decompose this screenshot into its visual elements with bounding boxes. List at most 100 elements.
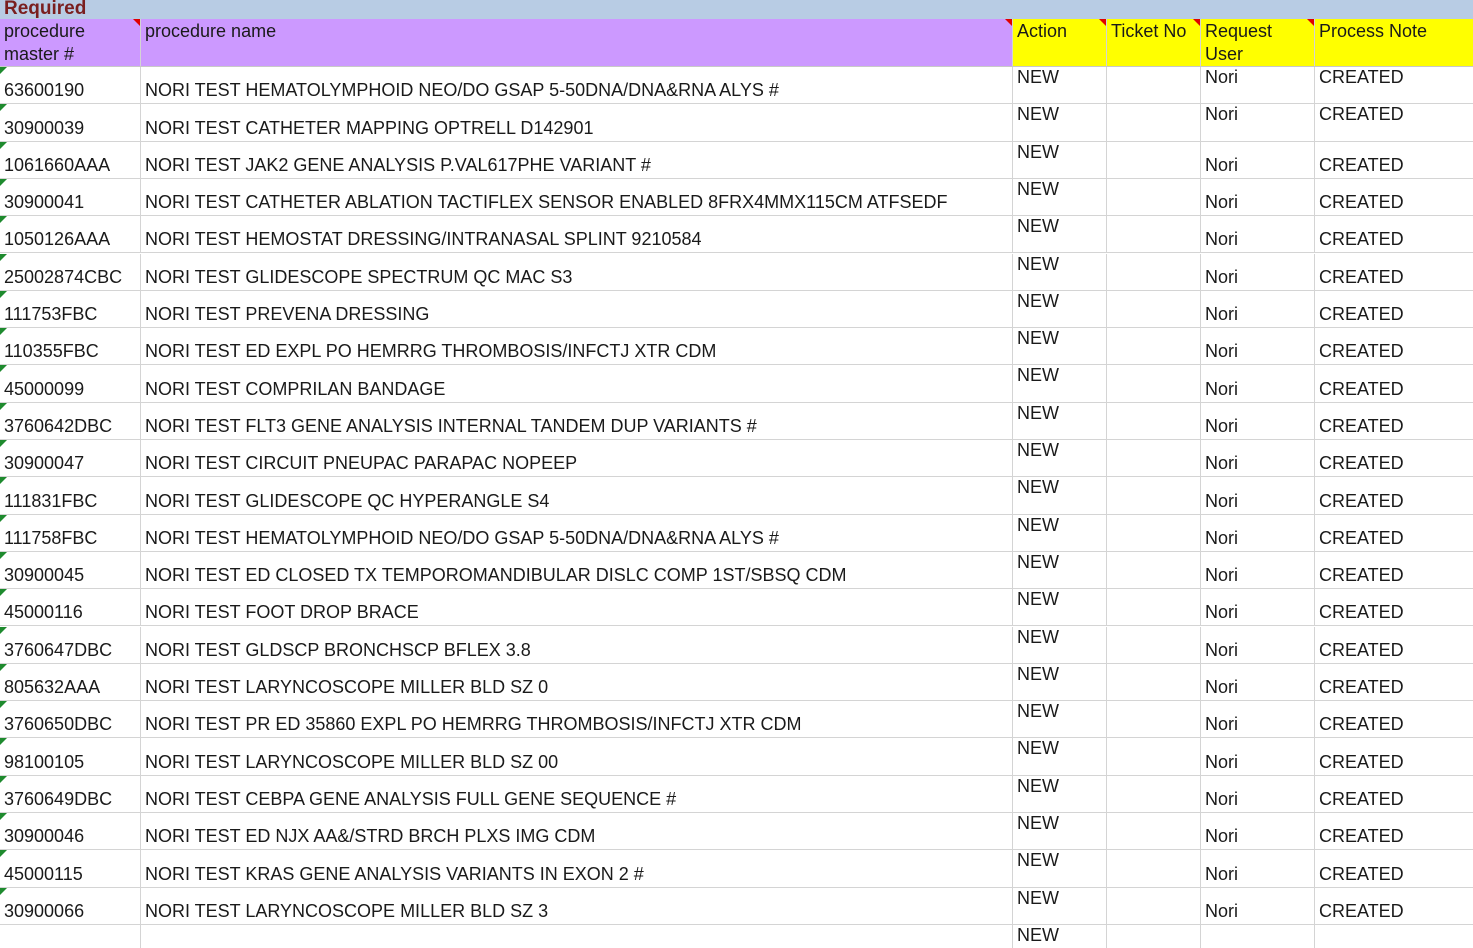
cell-procedure-name[interactable]: NORI TEST HEMOSTAT DRESSING/INTRANASAL S… <box>141 216 1013 253</box>
cell-request-user[interactable]: Nori <box>1201 290 1315 328</box>
cell-action[interactable]: NEW <box>1013 924 1107 948</box>
cell-process-note[interactable]: CREATED <box>1315 216 1473 252</box>
cell-process-note[interactable]: CREATED <box>1315 627 1473 663</box>
cell-procedure-name[interactable]: NORI TEST LARYNCOSCOPE MILLER BLD SZ 3 <box>141 887 1013 924</box>
cell-procedure-master[interactable]: 110355FBC <box>0 328 141 365</box>
cell-process-note[interactable]: CREATED <box>1315 142 1473 178</box>
cell-request-user[interactable]: Nori <box>1201 141 1315 178</box>
cell-procedure-name[interactable]: NORI TEST HEMATOLYMPHOID NEO/DO GSAP 5-5… <box>141 67 1013 104</box>
cell-process-note[interactable]: CREATED <box>1315 104 1473 140</box>
cell-process-note[interactable]: CREATED <box>1315 738 1473 774</box>
cell-ticket-no[interactable] <box>1107 924 1201 948</box>
cell-ticket-no[interactable] <box>1107 813 1201 850</box>
cell-ticket-no[interactable] <box>1107 402 1201 439</box>
cell-ticket-no[interactable] <box>1107 738 1201 775</box>
cell-process-note[interactable]: CREATED <box>1315 813 1473 849</box>
cell-procedure-master[interactable]: 30900039 <box>0 104 141 141</box>
cell-request-user[interactable]: Nori <box>1201 813 1315 850</box>
cell-process-note[interactable]: CREATED <box>1315 776 1473 812</box>
cell-ticket-no[interactable] <box>1107 253 1201 290</box>
cell-request-user[interactable]: Nori <box>1201 216 1315 253</box>
cell-request-user[interactable]: Nori <box>1201 775 1315 812</box>
cell-ticket-no[interactable] <box>1107 663 1201 701</box>
cell-action[interactable]: NEW <box>1013 514 1107 551</box>
cell-process-note[interactable]: CREATED <box>1315 552 1473 588</box>
header-ticket-no[interactable]: Ticket No <box>1107 19 1201 67</box>
cell-procedure-master[interactable]: 98100105 <box>0 738 141 775</box>
cell-ticket-no[interactable] <box>1107 850 1201 887</box>
header-procedure-name[interactable]: procedure name <box>141 19 1013 67</box>
cell-action[interactable]: NEW <box>1013 813 1107 850</box>
cell-ticket-no[interactable] <box>1107 887 1201 924</box>
cell-request-user[interactable]: Nori <box>1201 178 1315 216</box>
cell-ticket-no[interactable] <box>1107 104 1201 141</box>
cell-procedure-master[interactable]: 30900046 <box>0 813 141 850</box>
cell-action[interactable]: NEW <box>1013 887 1107 924</box>
cell-request-user[interactable]: Nori <box>1201 626 1315 663</box>
cell-process-note[interactable]: CREATED <box>1315 850 1473 886</box>
cell-procedure-master[interactable]: 45000099 <box>0 365 141 402</box>
cell-procedure-master[interactable]: 3760649DBC <box>0 775 141 812</box>
cell-procedure-name[interactable]: NORI TEST GLDSCP BRONCHSCP BFLEX 3.8 <box>141 626 1013 663</box>
cell-action[interactable]: NEW <box>1013 850 1107 887</box>
cell-request-user[interactable]: Nori <box>1201 365 1315 402</box>
cell-procedure-master[interactable]: 30900041 <box>0 178 141 216</box>
cell-action[interactable]: NEW <box>1013 738 1107 775</box>
cell-procedure-name[interactable]: NORI TEST COMPRILAN BANDAGE <box>141 365 1013 402</box>
cell-procedure-master[interactable]: 3760647DBC <box>0 626 141 663</box>
cell-procedure-master[interactable]: 805632AAA <box>0 663 141 701</box>
cell-action[interactable]: NEW <box>1013 104 1107 141</box>
cell-request-user[interactable]: Nori <box>1201 701 1315 738</box>
cell-request-user[interactable]: Nori <box>1201 589 1315 626</box>
cell-process-note[interactable]: CREATED <box>1315 477 1473 513</box>
cell-procedure-name[interactable]: NORI TEST KRAS GENE ANALYSIS VARIANTS IN… <box>141 850 1013 887</box>
cell-procedure-master[interactable]: 1061660AAA <box>0 141 141 178</box>
cell-process-note[interactable]: CREATED <box>1315 888 1473 924</box>
cell-procedure-name[interactable]: NORI TEST FOOT DROP BRACE <box>141 589 1013 626</box>
cell-procedure-name[interactable]: NORI TEST CEBPA GENE ANALYSIS FULL GENE … <box>141 775 1013 812</box>
cell-procedure-name[interactable]: NORI TEST PREVENA DRESSING <box>141 290 1013 328</box>
cell-process-note[interactable]: CREATED <box>1315 365 1473 401</box>
cell-process-note[interactable]: CREATED <box>1315 664 1473 700</box>
cell-process-note[interactable]: CREATED <box>1315 440 1473 476</box>
cell-procedure-name[interactable]: NORI TEST CATHETER ABLATION TACTIFLEX SE… <box>141 178 1013 216</box>
cell-procedure-name[interactable]: NORI TEST CIRCUIT PNEUPAC PARAPAC NOPEEP <box>141 440 1013 477</box>
cell-request-user[interactable]: Nori <box>1201 402 1315 439</box>
cell-ticket-no[interactable] <box>1107 440 1201 477</box>
cell-procedure-master[interactable]: 111753FBC <box>0 290 141 328</box>
cell-procedure-master[interactable]: 1050126AAA <box>0 216 141 253</box>
cell-procedure-name[interactable]: NORI TEST ED EXPL PO HEMRRG THROMBOSIS/I… <box>141 328 1013 365</box>
header-request-user[interactable]: Request User <box>1201 19 1315 67</box>
cell-request-user[interactable] <box>1201 924 1315 948</box>
cell-action[interactable]: NEW <box>1013 402 1107 439</box>
cell-action[interactable]: NEW <box>1013 328 1107 365</box>
cell-ticket-no[interactable] <box>1107 67 1201 104</box>
cell-procedure-master[interactable]: 45000115 <box>0 850 141 887</box>
cell-procedure-master[interactable]: 111831FBC <box>0 477 141 514</box>
cell-request-user[interactable]: Nori <box>1201 738 1315 775</box>
cell-action[interactable]: NEW <box>1013 440 1107 477</box>
cell-procedure-master[interactable]: 63600190 <box>0 67 141 104</box>
cell-action[interactable]: NEW <box>1013 589 1107 626</box>
cell-action[interactable]: NEW <box>1013 178 1107 216</box>
cell-request-user[interactable]: Nori <box>1201 514 1315 551</box>
cell-ticket-no[interactable] <box>1107 141 1201 178</box>
cell-action[interactable]: NEW <box>1013 67 1107 104</box>
cell-process-note[interactable]: CREATED <box>1315 403 1473 439</box>
cell-procedure-name[interactable]: NORI TEST CATHETER MAPPING OPTRELL D1429… <box>141 104 1013 141</box>
cell-ticket-no[interactable] <box>1107 178 1201 216</box>
cell-procedure-master[interactable]: 3760642DBC <box>0 402 141 439</box>
cell-procedure-name[interactable]: NORI TEST FLT3 GENE ANALYSIS INTERNAL TA… <box>141 402 1013 439</box>
cell-request-user[interactable]: Nori <box>1201 850 1315 887</box>
header-procedure-master[interactable]: procedure master # <box>0 19 141 67</box>
cell-procedure-name[interactable]: NORI TEST LARYNCOSCOPE MILLER BLD SZ 00 <box>141 738 1013 775</box>
cell-action[interactable]: NEW <box>1013 663 1107 701</box>
cell-procedure-name[interactable]: NORI TEST HEMATOLYMPHOID NEO/DO GSAP 5-5… <box>141 514 1013 551</box>
cell-procedure-master[interactable]: 30900047 <box>0 440 141 477</box>
cell-request-user[interactable]: Nori <box>1201 328 1315 365</box>
cell-process-note[interactable]: CREATED <box>1315 589 1473 625</box>
cell-process-note[interactable]: CREATED <box>1315 328 1473 364</box>
cell-ticket-no[interactable] <box>1107 589 1201 626</box>
cell-action[interactable]: NEW <box>1013 701 1107 738</box>
cell-request-user[interactable]: Nori <box>1201 663 1315 701</box>
